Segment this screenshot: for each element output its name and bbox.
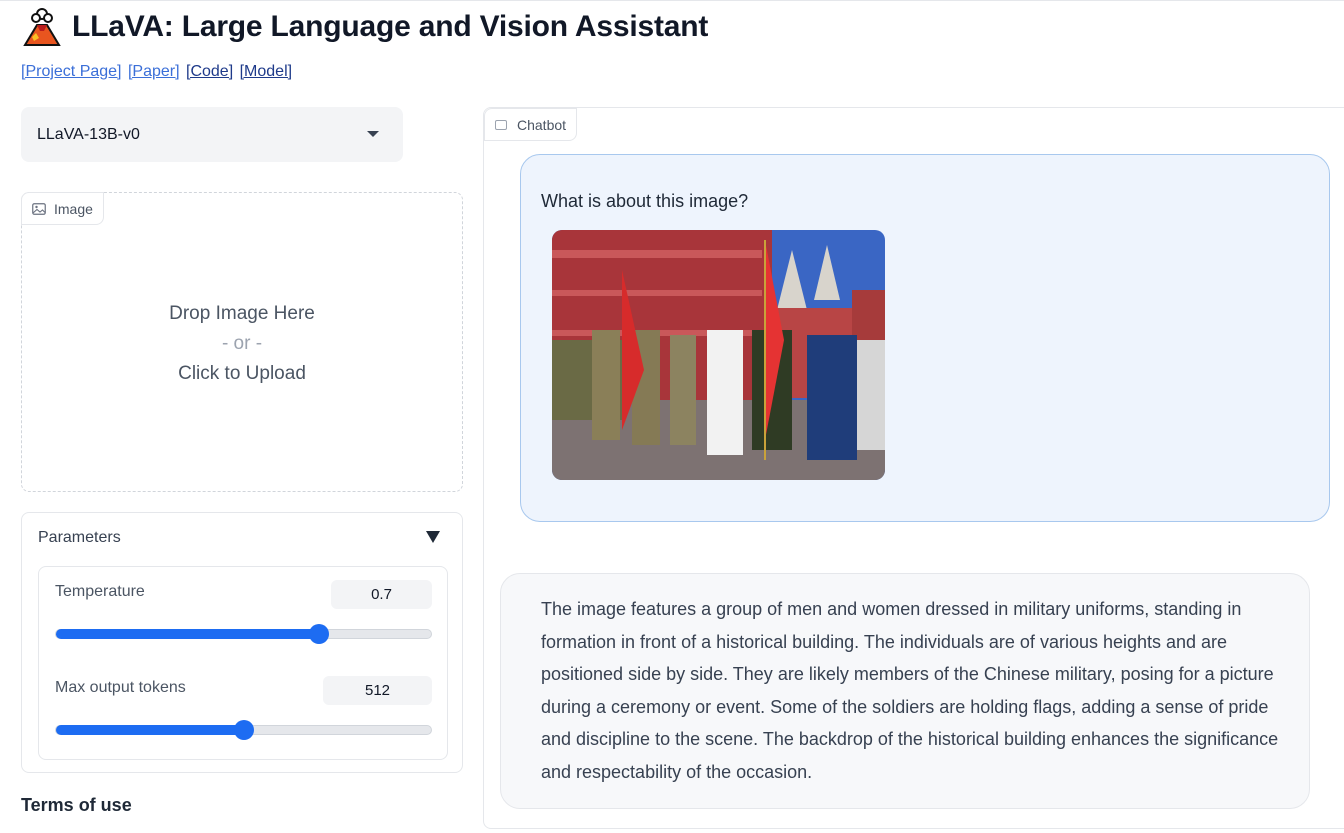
volcano-icon	[23, 8, 61, 46]
temperature-label: Temperature	[55, 583, 145, 600]
user-message-text: What is about this image?	[541, 191, 749, 211]
max-tokens-slider-thumb[interactable]	[233, 720, 254, 740]
drop-image-text: Drop Image Here	[169, 303, 315, 324]
chat-icon	[495, 119, 507, 130]
max-tokens-slider-fill	[56, 725, 244, 735]
chevron-down-icon[interactable]	[367, 131, 379, 137]
temperature-input[interactable]: 0.7	[331, 580, 432, 609]
max-tokens-label: Max output tokens	[55, 679, 186, 696]
parameters-panel: Parameters Temperature 0.7 Max output to…	[21, 512, 463, 773]
user-message-bubble: What is about this image?	[520, 154, 1330, 522]
max-tokens-input[interactable]: 512	[323, 676, 432, 705]
collapse-triangle-icon[interactable]	[426, 531, 440, 543]
bot-message-bubble: The image features a group of men and wo…	[500, 573, 1310, 809]
max-tokens-slider[interactable]	[55, 720, 432, 740]
temperature-slider-fill	[56, 629, 319, 639]
or-separator: - or -	[221, 333, 263, 354]
image-tab-label: Image	[21, 192, 104, 225]
image-icon	[32, 202, 46, 215]
model-dropdown-value: LLaVA-13B-v0	[37, 125, 140, 143]
temperature-slider[interactable]	[55, 624, 432, 644]
app-header: LLaVA: Large Language and Vision Assista…	[22, 7, 708, 47]
parameters-title: Parameters	[38, 529, 121, 546]
chatbot-panel: Chatbot What is about this image? The im…	[483, 107, 1344, 829]
image-upload-area[interactable]: Image Drop Image Here - or - Click to Up…	[21, 192, 463, 492]
paper-link[interactable]: [Paper]	[128, 63, 180, 80]
header-links: [Project Page] [Paper] [Code] [Model]	[21, 63, 294, 81]
terms-of-use-heading: Terms of use	[21, 795, 132, 815]
model-link[interactable]: [Model]	[240, 63, 292, 80]
model-dropdown[interactable]: LLaVA-13B-v0	[21, 107, 403, 162]
parameters-body: Temperature 0.7 Max output tokens 512	[38, 566, 448, 760]
bot-message-text: The image features a group of men and wo…	[541, 599, 1279, 782]
chatbot-tab-label: Chatbot	[484, 108, 578, 141]
page-title: LLaVA: Large Language and Vision Assista…	[72, 10, 709, 43]
upload-instructions[interactable]: Drop Image Here - or - Click to Upload	[22, 299, 462, 389]
code-link[interactable]: [Code]	[186, 63, 233, 80]
click-to-upload-text: Click to Upload	[178, 363, 306, 384]
uploaded-photo-soldiers	[552, 230, 885, 480]
temperature-slider-thumb[interactable]	[308, 624, 329, 644]
project-page-link[interactable]: [Project Page]	[21, 63, 122, 80]
